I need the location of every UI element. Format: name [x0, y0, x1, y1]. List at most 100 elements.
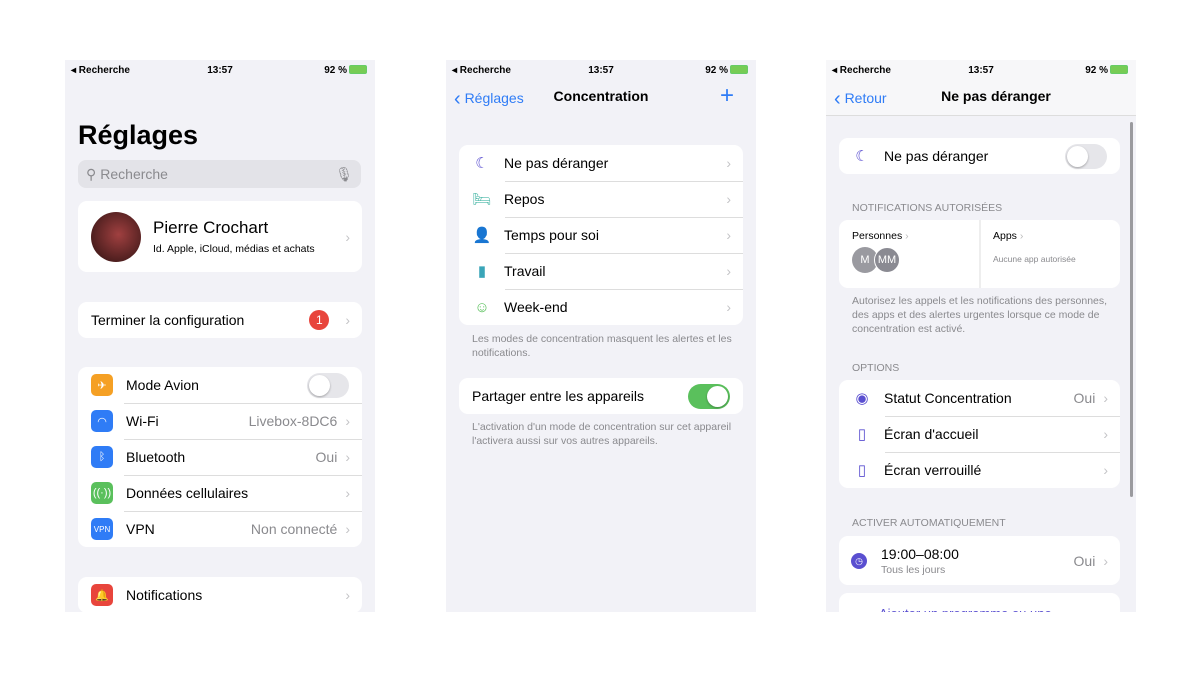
status-bar: ◂ Recherche 13:57 92 %	[446, 65, 756, 79]
wifi-icon: ◠	[91, 410, 113, 432]
share-toggle[interactable]	[688, 383, 730, 409]
row-value: Oui	[315, 449, 338, 465]
battery: 92 %	[1085, 65, 1128, 76]
lock-screen-icon: ▯	[857, 462, 867, 479]
settings-row[interactable]: VPN VPN Non connecté ›	[78, 511, 362, 547]
chevron-right-icon: ›	[726, 155, 731, 171]
finish-setup-row[interactable]: Terminer la configuration 1 ›	[78, 302, 362, 338]
section-header: OPTIONS	[852, 362, 900, 374]
battery-icon	[349, 65, 367, 74]
search-icon: ⚲	[86, 165, 97, 182]
notifications-footer: Autorisez les appels et les notification…	[852, 295, 1108, 335]
focus-mode-row[interactable]: 👤 Temps pour soi ›	[459, 217, 743, 253]
focus-status-icon: ◉	[855, 390, 869, 407]
row-label: VPN	[126, 521, 155, 537]
nav-bar: ‹ Retour Ne pas déranger	[826, 88, 1136, 114]
chevron-right-icon: ›	[345, 587, 350, 603]
add-button[interactable]: +	[720, 82, 734, 110]
contact-avatar: MM	[874, 247, 900, 273]
chevron-right-icon: ›	[1103, 390, 1108, 406]
dnd-screen: ◂ Recherche 13:57 92 % ‹ Retour Ne pas déra…	[826, 60, 1136, 612]
row-value: Non connecté	[250, 521, 338, 537]
vpn-icon: VPN	[91, 518, 113, 540]
apps-section[interactable]: Apps › Aucune app autorisée	[981, 220, 1120, 288]
profile-name: Pierre Crochart	[153, 218, 269, 237]
battery-icon	[1110, 65, 1128, 74]
schedule-value: Oui	[1073, 552, 1096, 569]
person-icon: 👤	[472, 227, 492, 244]
bed-icon: 🛏	[472, 191, 492, 208]
profile-subtitle: Id. Apple, iCloud, médias et achats	[153, 243, 315, 255]
row-label: Week-end	[504, 299, 568, 315]
option-row[interactable]: ◉ Statut Concentration Oui ›	[839, 380, 1120, 416]
airplane-toggle[interactable]	[307, 372, 349, 398]
chevron-right-icon: ›	[345, 413, 350, 429]
people-section[interactable]: Personnes › M MM	[839, 220, 981, 288]
add-schedule-link[interactable]: Ajouter un programme ou une automatisati…	[839, 593, 1120, 612]
row-label: Statut Concentration	[884, 390, 1012, 406]
row-value: Livebox-8DC6	[248, 413, 338, 429]
settings-row[interactable]: ᛒ Bluetooth Oui ›	[78, 439, 362, 475]
status-bar: ◂ Recherche 13:57 92 %	[65, 65, 375, 79]
badge-icon: ▮	[477, 263, 487, 280]
row-value: Oui	[1073, 390, 1096, 406]
row-label: Écran d'accueil	[884, 426, 979, 442]
row-label: Wi-Fi	[126, 413, 159, 429]
battery: 92 %	[324, 65, 367, 76]
option-row[interactable]: ▯ Écran d'accueil ›	[839, 416, 1120, 452]
chevron-right-icon: ›	[345, 228, 350, 245]
settings-row[interactable]: ◠ Wi-Fi Livebox-8DC6 ›	[78, 403, 362, 439]
settings-row[interactable]: ✈ Mode Avion	[78, 367, 362, 403]
settings-row[interactable]: ((·)) Données cellulaires ›	[78, 475, 362, 511]
chevron-right-icon: ›	[726, 299, 731, 315]
focus-mode-row[interactable]: ☾ Ne pas déranger ›	[459, 145, 743, 181]
add-schedule-row[interactable]: Ajouter un programme ou une automatisati…	[839, 593, 1120, 612]
chevron-right-icon: ›	[1103, 552, 1108, 569]
avatar	[91, 211, 141, 262]
chevron-right-icon: ›	[345, 312, 350, 328]
section-header: ACTIVER AUTOMATIQUEMENT	[852, 517, 1006, 529]
row-label: Notifications	[126, 587, 203, 603]
nav-bar: ‹ Réglages Concentration +	[446, 82, 756, 114]
battery: 92 %	[705, 65, 748, 76]
profile-card[interactable]: Pierre Crochart Id. Apple, iCloud, médias…	[78, 201, 362, 272]
focus-mode-row[interactable]: ▮ Travail ›	[459, 253, 743, 289]
row-label: Repos	[504, 191, 545, 207]
chevron-right-icon: ›	[345, 485, 350, 501]
schedule-row[interactable]: ◷ 19:00–08:00 Tous les jours Oui ›	[839, 536, 1120, 585]
schedule-time: 19:00–08:00	[881, 545, 959, 562]
nav-title: Concentration	[553, 88, 649, 104]
chevron-right-icon: ›	[1103, 462, 1108, 478]
focus-modes-list: ☾ Ne pas déranger › 🛏 Repos › 👤 Temps pour soi ›…	[459, 145, 743, 325]
option-row[interactable]: ▯ Écran verrouillé ›	[839, 452, 1120, 488]
microphone-icon[interactable]: 🎙	[335, 166, 353, 183]
row-label: Ne pas déranger	[884, 148, 989, 164]
chevron-right-icon: ›	[345, 449, 350, 465]
chevron-right-icon: ›	[1103, 426, 1108, 442]
search-input[interactable]: ⚲ Recherche 🎙	[78, 160, 361, 188]
notification-badge: 1	[309, 310, 330, 330]
scrollbar[interactable]	[1130, 122, 1133, 497]
dnd-toggle[interactable]	[1065, 143, 1107, 169]
focus-screen: ◂ Recherche 13:57 92 % ‹ Réglages Concentra…	[446, 60, 756, 612]
row-label: Temps pour soi	[504, 227, 599, 243]
notifications-row[interactable]: 🔔 Notifications ›	[78, 577, 362, 612]
chevron-left-icon: ‹	[834, 88, 841, 110]
moon-icon: ☾	[475, 155, 489, 172]
clock-icon: ◷	[851, 552, 867, 569]
home-screen-icon: ▯	[857, 426, 867, 443]
row-label: Données cellulaires	[126, 485, 249, 501]
chevron-right-icon: ›	[726, 191, 731, 207]
dnd-toggle-row: ☾ Ne pas déranger	[839, 138, 1120, 174]
row-label: Écran verrouillé	[884, 462, 982, 478]
nav-title: Ne pas déranger	[941, 88, 1051, 104]
focus-mode-row[interactable]: 🛏 Repos ›	[459, 181, 743, 217]
chevron-right-icon: ›	[345, 521, 350, 537]
chevron-right-icon: ›	[726, 227, 731, 243]
bell-icon: 🔔	[91, 584, 113, 606]
status-bar: ◂ Recherche 13:57 92 %	[826, 65, 1136, 79]
modes-footer: Les modes de concentration masquent les …	[472, 333, 732, 359]
focus-mode-row[interactable]: ☺ Week-end ›	[459, 289, 743, 325]
page-title: Réglages	[78, 120, 199, 150]
battery-icon	[730, 65, 748, 74]
